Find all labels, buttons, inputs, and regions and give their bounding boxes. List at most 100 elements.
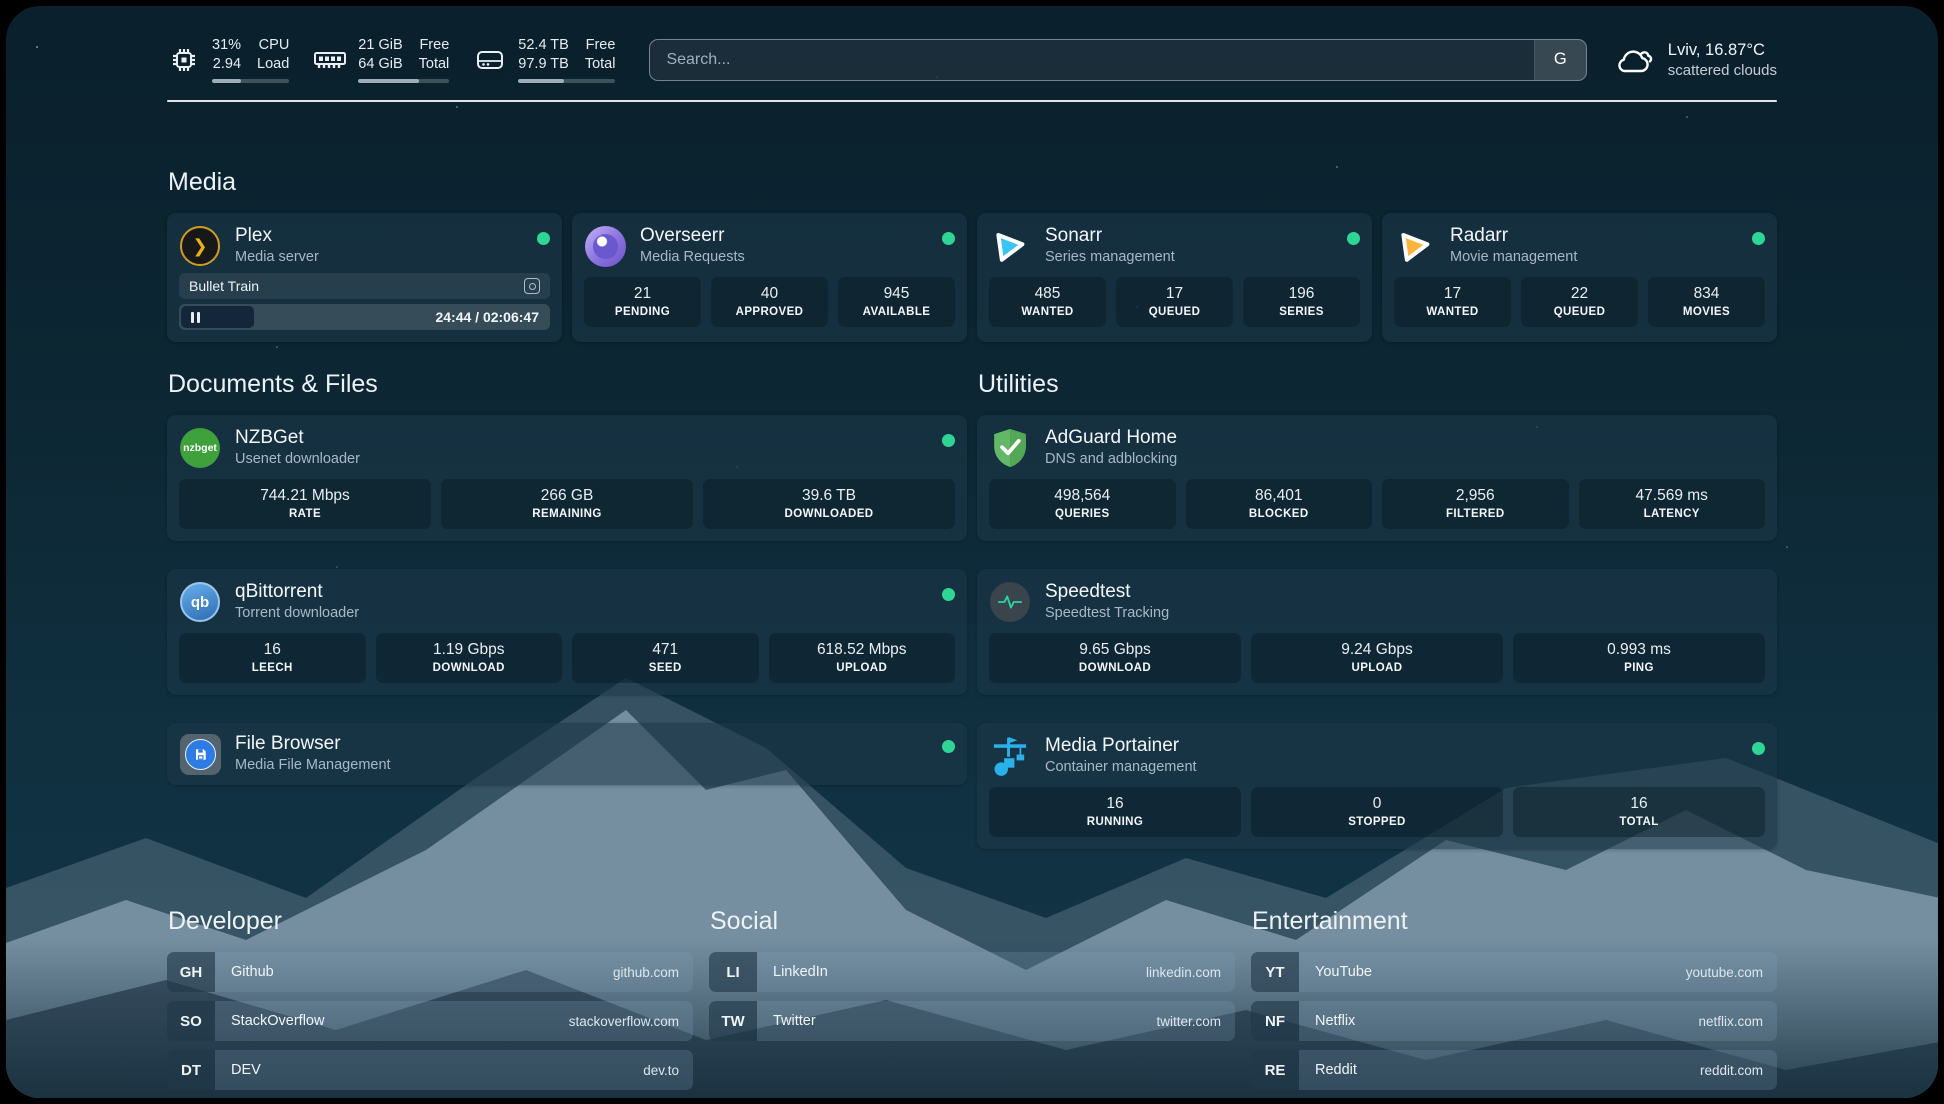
bookmark-url: reddit.com: [1700, 1063, 1763, 1078]
now-playing-title: Bullet Train: [189, 278, 259, 294]
search-input[interactable]: [650, 40, 1533, 80]
bookmark-group-social: Social LI LinkedIn linkedin.com TW Twitt…: [709, 907, 1235, 1098]
playback-time: 24:44 / 02:06:47: [435, 309, 548, 325]
disk-free-value: 52.4 TB: [518, 36, 569, 55]
pause-icon[interactable]: [181, 306, 254, 328]
weather-condition: scattered clouds: [1668, 62, 1777, 79]
bookmarks-section: Developer GH Github github.com SO StackO…: [167, 907, 1777, 1098]
cloud-icon: [1613, 43, 1655, 77]
service-name: Media Portainer: [1045, 735, 1197, 756]
overseerr-icon: [584, 225, 626, 267]
nzbget-icon: nzbget: [179, 427, 221, 469]
bookmark-url: netflix.com: [1698, 1014, 1763, 1029]
stat-block: 744.21 Mbps RATE: [179, 479, 431, 529]
cpu-icon: [167, 45, 201, 75]
resource-widgets: 31% CPU 2.94 Load: [167, 36, 615, 83]
media-heading: Media: [168, 168, 1777, 197]
bookmark-name: LinkedIn: [773, 964, 828, 980]
stat-block: 9.24 Gbps UPLOAD: [1251, 633, 1503, 683]
stat-block: 945 AVAILABLE: [838, 277, 955, 327]
speedtest-card[interactable]: Speedtest Speedtest Tracking 9.65 Gbps D…: [977, 569, 1777, 695]
bookmark-youtube[interactable]: YT YouTube youtube.com: [1251, 952, 1777, 992]
qbittorrent-icon: qb: [179, 581, 221, 623]
service-name: Sonarr: [1045, 225, 1175, 246]
sonarr-card[interactable]: Sonarr Series management 485 WANTED 17 Q…: [977, 213, 1372, 342]
memory-total-label: Total: [419, 55, 450, 74]
filebrowser-icon: [179, 733, 221, 775]
radarr-card[interactable]: Radarr Movie management 17 WANTED 22 QUE…: [1382, 213, 1777, 342]
bookmark-github[interactable]: GH Github github.com: [167, 952, 693, 992]
status-dot: [942, 740, 955, 753]
bookmark-netflix[interactable]: NF Netflix netflix.com: [1251, 1001, 1777, 1041]
stat-block: 498,564 QUERIES: [989, 479, 1176, 529]
memory-widget: 21 GiB Free 64 GiB Total: [313, 36, 449, 83]
bookmark-url: dev.to: [643, 1063, 679, 1078]
service-name: qBittorrent: [235, 581, 359, 602]
stat-block: 196 SERIES: [1243, 277, 1360, 327]
service-description: Series management: [1045, 249, 1175, 265]
service-name: NZBGet: [235, 427, 360, 448]
session-view-icon[interactable]: [524, 278, 540, 294]
search-bar: G: [649, 39, 1586, 81]
bookmark-name: Reddit: [1315, 1062, 1357, 1078]
status-dot: [537, 232, 550, 245]
service-name: AdGuard Home: [1045, 427, 1177, 448]
search-provider-button[interactable]: G: [1534, 40, 1586, 80]
bookmark-group-entertainment: Entertainment YT YouTube youtube.com NF …: [1251, 907, 1777, 1098]
stat-block: 40 APPROVED: [711, 277, 828, 327]
memory-progress-bar: [358, 79, 449, 84]
service-description: Movie management: [1450, 249, 1577, 265]
portainer-card[interactable]: Media Portainer Container management 16 …: [977, 723, 1777, 849]
filebrowser-card[interactable]: File Browser Media File Management: [167, 723, 967, 785]
service-description: Media File Management: [235, 757, 391, 773]
section-utilities: Utilities AdGuard Home: [977, 370, 1777, 849]
status-dot: [1752, 742, 1765, 755]
overseerr-card[interactable]: Overseerr Media Requests 21 PENDING 40 A…: [572, 213, 967, 342]
bookmark-linkedin[interactable]: LI LinkedIn linkedin.com: [709, 952, 1235, 992]
cpu-load-label: Load: [257, 55, 289, 74]
stat-block: 22 QUEUED: [1521, 277, 1638, 327]
bookmark-stackoverflow[interactable]: SO StackOverflow stackoverflow.com: [167, 1001, 693, 1041]
bookmark-name: StackOverflow: [231, 1013, 324, 1029]
bookmark-name: Github: [231, 964, 274, 980]
radarr-icon: [1394, 225, 1436, 267]
plex-now-playing-row: Bullet Train: [179, 273, 550, 299]
sonarr-icon: [989, 225, 1031, 267]
stat-block: 2,956 FILTERED: [1382, 479, 1569, 529]
service-name: Speedtest: [1045, 581, 1169, 602]
service-description: Container management: [1045, 759, 1197, 775]
background-stars: [36, 46, 38, 48]
bookmark-name: YouTube: [1315, 964, 1372, 980]
stat-block: 266 GB REMAINING: [441, 479, 693, 529]
plex-icon: ❯: [179, 225, 221, 267]
nzbget-card[interactable]: nzbget NZBGet Usenet downloader 744.21 M…: [167, 415, 967, 541]
stat-block: 485 WANTED: [989, 277, 1106, 327]
qbittorrent-card[interactable]: qb qBittorrent Torrent downloader 16 LEE…: [167, 569, 967, 695]
bookmark-twitter[interactable]: TW Twitter twitter.com: [709, 1001, 1235, 1041]
weather-widget[interactable]: Lviv, 16.87°C scattered clouds: [1613, 41, 1777, 79]
bookmark-abbr: GH: [167, 952, 215, 992]
service-description: Speedtest Tracking: [1045, 605, 1169, 621]
cpu-usage-label: CPU: [257, 36, 289, 55]
status-dot: [942, 588, 955, 601]
bookmark-reddit[interactable]: RE Reddit reddit.com: [1251, 1050, 1777, 1090]
bookmark-abbr: LI: [709, 952, 757, 992]
adguard-card[interactable]: AdGuard Home DNS and adblocking 498,564 …: [977, 415, 1777, 541]
bookmark-name: Twitter: [773, 1013, 816, 1029]
service-description: Media Requests: [640, 249, 745, 265]
service-description: DNS and adblocking: [1045, 451, 1177, 467]
speedtest-icon: [989, 581, 1031, 623]
social-heading: Social: [710, 907, 1235, 936]
stat-block: 17 WANTED: [1394, 277, 1511, 327]
stat-block: 17 QUEUED: [1116, 277, 1233, 327]
service-description: Torrent downloader: [235, 605, 359, 621]
cpu-widget: 31% CPU 2.94 Load: [167, 36, 289, 83]
bookmark-dev[interactable]: DT DEV dev.to: [167, 1050, 693, 1090]
status-dot: [942, 232, 955, 245]
stat-block: 16 LEECH: [179, 633, 366, 683]
bookmark-abbr: SO: [167, 1001, 215, 1041]
service-name: Plex: [235, 225, 319, 246]
bookmark-url: stackoverflow.com: [569, 1014, 679, 1029]
plex-card[interactable]: ❯ Plex Media server Bullet Train: [167, 213, 562, 342]
bookmark-abbr: DT: [167, 1050, 215, 1090]
